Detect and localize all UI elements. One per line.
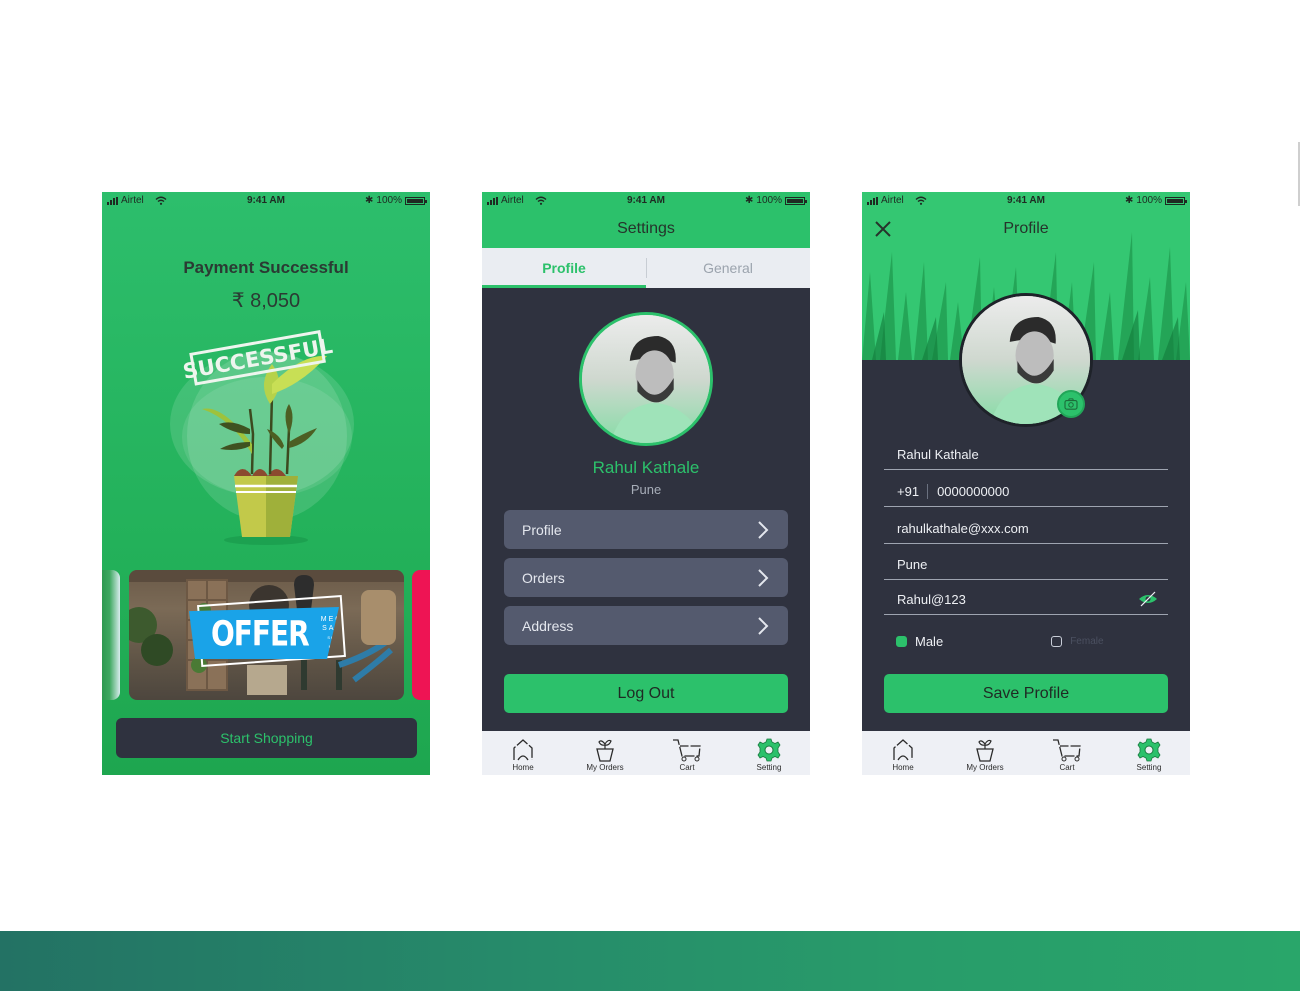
status-bar: Airtel 9:41 AM ✱ 100% [482, 192, 810, 210]
offer-banner[interactable]: OFFER MEGA SALE SHOP NOW [129, 570, 404, 700]
bluetooth-icon: ✱ [1125, 195, 1134, 206]
user-photo [582, 315, 710, 443]
footer-gradient-band [0, 931, 1300, 991]
tabbar-label: Cart [679, 763, 695, 772]
phone-field[interactable]: +91 0000000000 [884, 477, 1168, 507]
phone-value: 0000000000 [937, 484, 1010, 499]
offer-headline: OFFER [211, 612, 310, 654]
tabbar-item-cart[interactable]: Cart [1026, 731, 1108, 775]
bluetooth-icon: ✱ [365, 195, 374, 206]
camera-icon [1064, 398, 1078, 410]
battery-icon [785, 196, 807, 205]
profile-screen: Airtel 9:41 AM ✱ 100% Profile Rahul Kath… [862, 192, 1190, 775]
page-title: Profile [1003, 220, 1049, 237]
tabbar-label: Cart [1059, 763, 1075, 772]
tabbar-label: Home [892, 763, 914, 772]
radio-female-label: Female [1070, 635, 1104, 647]
tabbar-item-home[interactable]: Home [482, 731, 564, 775]
tabbar-label: My Orders [586, 763, 624, 772]
chevron-right-icon [758, 568, 769, 587]
change-photo-button[interactable] [1057, 390, 1085, 418]
tabbar-label: Setting [1136, 763, 1162, 772]
city-field[interactable]: Pune [884, 550, 1168, 580]
bluetooth-icon: ✱ [745, 195, 754, 206]
tab-divider [646, 258, 647, 278]
home-icon [513, 739, 533, 761]
email-value: rahulkathale@xxx.com [897, 521, 1029, 536]
user-name: Rahul Kathale [592, 458, 700, 477]
tabbar-item-setting[interactable]: Setting [1108, 731, 1190, 775]
battery-percent: 100% [376, 195, 402, 206]
payment-success-screen: Airtel 9:41 AM ✱ 100% Payment Successful… [102, 192, 430, 775]
battery-percent: 100% [756, 195, 782, 206]
gear-icon [757, 738, 781, 762]
status-bar: Airtel 9:41 AM ✱ 100% [102, 192, 430, 210]
tabbar-label: Home [512, 763, 534, 772]
chevron-right-icon [758, 520, 769, 539]
password-field[interactable]: Rahul@123 [884, 585, 1168, 615]
tabbar-item-home[interactable]: Home [862, 731, 944, 775]
settings-screen: Airtel 9:41 AM ✱ 100% Settings Profile G… [482, 192, 810, 775]
menu-item-orders[interactable]: Orders [504, 558, 788, 597]
password-value: Rahul@123 [897, 592, 966, 607]
save-profile-button[interactable]: Save Profile [884, 674, 1168, 713]
logout-button[interactable]: Log Out [504, 674, 788, 713]
tabbar-label: My Orders [966, 763, 1004, 772]
user-city: Pune [630, 482, 662, 497]
tabbar-item-my-orders[interactable]: My Orders [944, 731, 1026, 775]
battery-percent: 100% [1136, 195, 1162, 206]
payment-amount: ₹ 8,050 [231, 290, 301, 312]
name-value: Rahul Kathale [897, 447, 979, 462]
menu-item-label: Profile [522, 521, 562, 538]
plant-success-illustration: SUCCESSFUL [170, 330, 354, 545]
eye-slash-icon[interactable] [1138, 591, 1158, 607]
chevron-right-icon [758, 616, 769, 635]
menu-item-label: Address [522, 617, 574, 634]
home-icon [893, 739, 913, 761]
cart-icon [673, 739, 701, 762]
menu-item-label: Orders [522, 569, 565, 586]
tab-general[interactable]: General [646, 248, 810, 288]
plant-pot-icon [976, 739, 994, 762]
name-field[interactable]: Rahul Kathale [884, 440, 1168, 470]
radio-male[interactable] [896, 635, 907, 647]
payment-title: Payment Successful [183, 258, 349, 277]
city-value: Pune [897, 557, 928, 572]
gear-icon [1137, 738, 1161, 762]
radio-female[interactable] [1051, 635, 1063, 647]
page-title: Settings [617, 220, 675, 237]
battery-icon [405, 196, 427, 205]
avatar [579, 312, 713, 446]
gender-selector: Male Female [896, 632, 1168, 650]
tabbar-item-cart[interactable]: Cart [646, 731, 728, 775]
cart-icon [1053, 739, 1081, 762]
battery-icon [1165, 196, 1187, 205]
carousel-prev-card[interactable] [102, 570, 120, 700]
country-code[interactable]: +91 [897, 484, 929, 499]
email-field[interactable]: rahulkathale@xxx.com [884, 514, 1168, 544]
status-bar: Airtel 9:41 AM ✱ 100% [862, 192, 1190, 210]
bottom-tab-bar: Home My Orders Cart Setting [482, 731, 810, 775]
bottom-tab-bar: Home My Orders Cart Setting [862, 731, 1190, 775]
tabbar-label: Setting [756, 763, 782, 772]
carousel-next-card[interactable] [412, 570, 430, 700]
radio-male-label: Male [915, 633, 944, 649]
start-shopping-button[interactable]: Start Shopping [116, 718, 417, 758]
tabbar-item-setting[interactable]: Setting [728, 731, 810, 775]
tabbar-item-my-orders[interactable]: My Orders [564, 731, 646, 775]
offer-carousel[interactable]: OFFER MEGA SALE SHOP NOW [102, 570, 430, 700]
tab-profile[interactable]: Profile [482, 248, 646, 288]
offer-tag: OFFER MEGA SALE SHOP NOW [189, 607, 339, 659]
menu-item-address[interactable]: Address [504, 606, 788, 645]
plant-pot-icon [596, 739, 614, 762]
menu-item-profile[interactable]: Profile [504, 510, 788, 549]
